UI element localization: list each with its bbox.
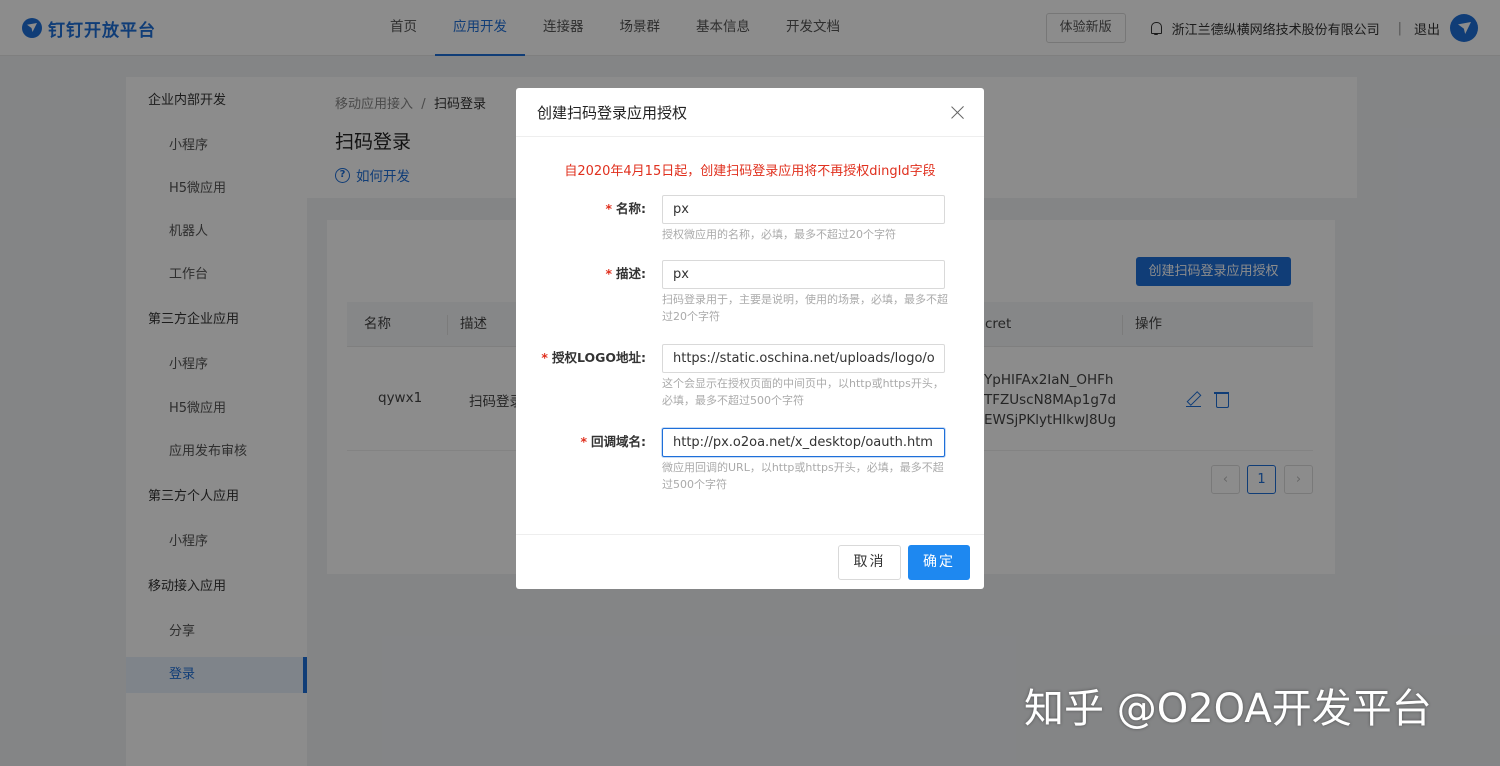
dialog-footer: 取消 确定 (516, 534, 984, 589)
callback-domain-hint: 微应用回调的URL，以http或https开头，必填，最多不超过500个字符 (662, 461, 944, 491)
dingid-notice: 自2020年4月15日起，创建扫码登录应用将不再授权dingId字段 (564, 164, 936, 179)
callback-domain-label-text: 回调域名: (591, 434, 646, 449)
name-label-text: 名称: (616, 201, 646, 216)
logo-url-label-text: 授权LOGO地址: (551, 350, 646, 365)
required-mark: * (605, 266, 612, 281)
logo-url-hint: 这个会显示在授权页面的中间页中，以http或https开头，必填，最多不超过50… (662, 377, 944, 407)
desc-input[interactable] (662, 260, 945, 289)
required-mark: * (605, 201, 612, 216)
logo-url-field-label: * 授权LOGO地址: (516, 347, 646, 366)
logo-url-input[interactable] (662, 344, 945, 373)
callback-domain-field-label: * 回调域名: (516, 431, 646, 450)
cancel-button[interactable]: 取消 (838, 545, 901, 580)
name-input[interactable] (662, 195, 945, 224)
desc-label-text: 描述: (616, 266, 646, 281)
zhihu-watermark: 知乎 @O2OA开发平台 (1024, 686, 1432, 732)
create-auth-dialog: 创建扫码登录应用授权 自2020年4月15日起，创建扫码登录应用将不再授权din… (516, 88, 984, 589)
required-mark: * (541, 350, 548, 365)
callback-domain-input[interactable] (662, 428, 945, 457)
dialog-header: 创建扫码登录应用授权 (516, 88, 984, 137)
confirm-button[interactable]: 确定 (908, 545, 970, 580)
close-icon[interactable] (951, 106, 964, 119)
name-hint: 授权微应用的名称，必填，最多不超过20个字符 (662, 228, 896, 241)
dialog-title: 创建扫码登录应用授权 (537, 104, 688, 122)
desc-hint: 扫码登录用于，主要是说明，使用的场景，必填，最多不超过20个字符 (662, 293, 948, 323)
name-field-label: * 名称: (516, 198, 646, 217)
desc-field-label: * 描述: (516, 263, 646, 282)
required-mark: * (580, 434, 587, 449)
